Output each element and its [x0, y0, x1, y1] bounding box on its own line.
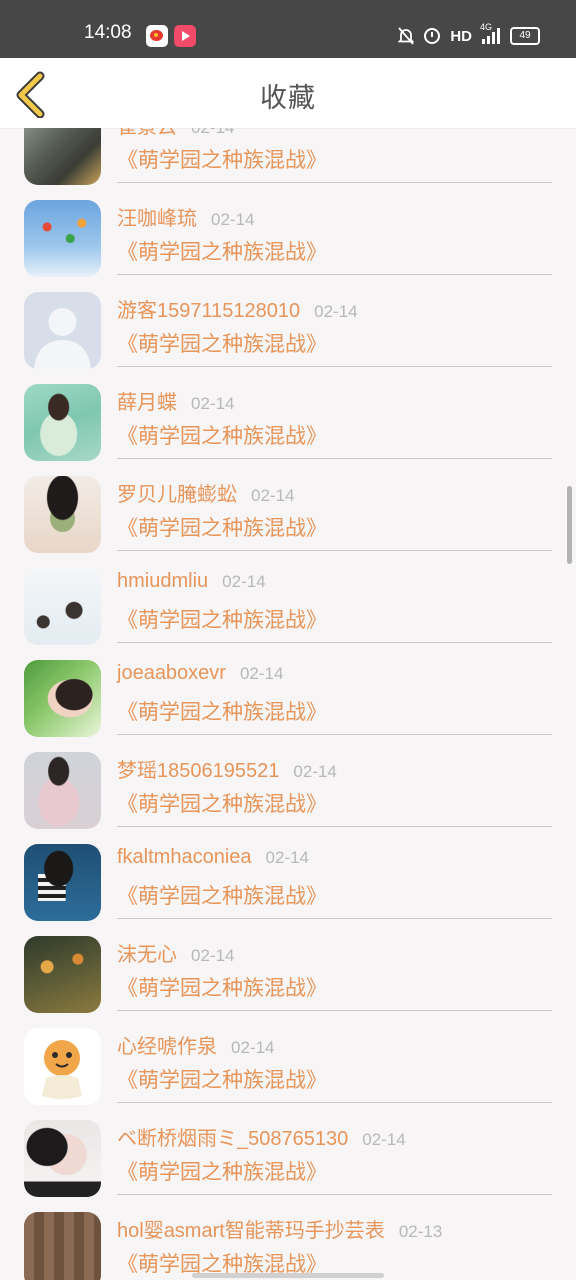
list-item[interactable]: 薛月蝶 02-14 《萌学园之种族混战》 [0, 362, 576, 461]
avatar [24, 476, 101, 553]
avatar [24, 292, 101, 369]
avatar [24, 1028, 101, 1105]
avatar [24, 384, 101, 461]
favorite-date: 02-14 [211, 210, 255, 229]
work-title[interactable]: 《萌学园之种族混战》 [117, 144, 327, 174]
favorite-date: 02-14 [293, 762, 337, 781]
avatar [24, 568, 101, 645]
video-app-icon [174, 25, 196, 47]
work-title[interactable]: 《萌学园之种族混战》 [117, 420, 327, 450]
user-name: 崔景云 [117, 128, 177, 138]
list-item[interactable]: 沫无心 02-14 《萌学园之种族混战》 [0, 914, 576, 1013]
list-item[interactable]: 心经唬作泉 02-14 《萌学园之种族混战》 [0, 1006, 576, 1105]
user-name: 梦瑶18506195521 [117, 760, 280, 782]
work-title[interactable]: 《萌学园之种族混战》 [117, 328, 327, 358]
user-name: 薛月蝶 [117, 392, 177, 414]
work-title[interactable]: 《萌学园之种族混战》 [117, 972, 327, 1002]
favorite-date: 02-14 [251, 486, 295, 505]
work-title[interactable]: 《萌学园之种族混战》 [117, 236, 327, 266]
mute-bell-icon [397, 27, 416, 45]
work-title[interactable]: 《萌学园之种族混战》 [117, 512, 327, 542]
favorites-list[interactable]: 崔景云 02-14 《萌学园之种族混战》 汪咖峰琉 02-14 《萌学园之种族混战》… [0, 128, 576, 1280]
avatar [24, 1212, 101, 1280]
alarm-icon [424, 28, 441, 44]
list-item[interactable]: 梦瑶18506195521 02-14 《萌学园之种族混战》 [0, 730, 576, 829]
user-name: 汪咖峰琉 [117, 208, 197, 230]
list-item[interactable]: hmiudmliu 02-14 《萌学园之种族混战》 [0, 546, 576, 645]
favorite-date: 02-14 [191, 394, 235, 413]
user-name: hol婴asmart智能蒂玛手抄芸表 [117, 1220, 385, 1242]
favorite-date: 02-14 [239, 664, 284, 683]
user-name: hmiudmliu [117, 570, 209, 592]
favorite-date: 02-14 [222, 572, 266, 591]
work-title[interactable]: 《萌学园之种族混战》 [117, 1064, 327, 1094]
battery-indicator: 49 [510, 27, 540, 45]
user-name: fkaltmhaconiea [117, 846, 252, 868]
favorite-date: 02-14 [265, 848, 310, 867]
list-item[interactable]: joeaaboxevr 02-14 《萌学园之种族混战》 [0, 638, 576, 737]
user-name: 心经唬作泉 [117, 1036, 217, 1058]
network-type: HD [450, 27, 472, 45]
list-item[interactable]: 崔景云 02-14 《萌学园之种族混战》 [0, 128, 576, 185]
header-bar: 收藏 [0, 58, 576, 129]
list-item[interactable]: 游客1597115128010 02-14 《萌学园之种族混战》 [0, 270, 576, 369]
avatar [24, 844, 101, 921]
avatar [24, 936, 101, 1013]
weibo-icon [146, 25, 168, 47]
avatar [24, 200, 101, 277]
avatar [24, 1120, 101, 1197]
work-title[interactable]: 《萌学园之种族混战》 [117, 604, 327, 634]
work-title[interactable]: 《萌学园之种族混战》 [117, 1156, 327, 1186]
work-title[interactable]: 《萌学园之种族混战》 [117, 880, 327, 910]
favorite-date: 02-14 [191, 946, 235, 965]
status-bar: 14:08 HD 4G 49 [0, 0, 576, 58]
scrollbar[interactable] [567, 486, 572, 564]
avatar [24, 660, 101, 737]
list-item[interactable]: fkaltmhaconiea 02-14 《萌学园之种族混战》 [0, 822, 576, 921]
favorite-date: 02-14 [231, 1038, 275, 1057]
list-item[interactable]: hol婴asmart智能蒂玛手抄芸表 02-13 《萌学园之种族混战》 [0, 1190, 576, 1280]
list-item[interactable]: 汪咖峰琉 02-14 《萌学园之种族混战》 [0, 178, 576, 277]
signal-icon: 4G [480, 22, 500, 44]
favorite-date: 02-13 [398, 1222, 443, 1241]
user-name: 游客1597115128010 [117, 300, 301, 322]
work-title[interactable]: 《萌学园之种族混战》 [117, 696, 327, 726]
favorite-date: 02-14 [362, 1130, 406, 1149]
page-title: 收藏 [260, 83, 316, 114]
user-name: 罗贝儿腌蟛蚣 [117, 484, 237, 506]
list-item[interactable]: 罗贝儿腌蟛蚣 02-14 《萌学园之种族混战》 [0, 454, 576, 553]
list-item[interactable]: ベ断桥烟雨ミ_508765130 02-14 《萌学园之种族混战》 [0, 1098, 576, 1197]
avatar [24, 128, 101, 185]
favorite-date: 02-14 [314, 302, 358, 321]
favorite-date: 02-14 [191, 128, 234, 137]
signal-label: 4G [480, 22, 493, 32]
user-name: ベ断桥烟雨ミ_508765130 [117, 1128, 349, 1150]
user-name: joeaaboxevr [117, 662, 226, 684]
avatar [24, 752, 101, 829]
home-indicator[interactable] [192, 1273, 384, 1278]
work-title[interactable]: 《萌学园之种族混战》 [117, 788, 327, 818]
user-name: 沫无心 [117, 944, 177, 966]
status-time: 14:08 [84, 22, 132, 43]
